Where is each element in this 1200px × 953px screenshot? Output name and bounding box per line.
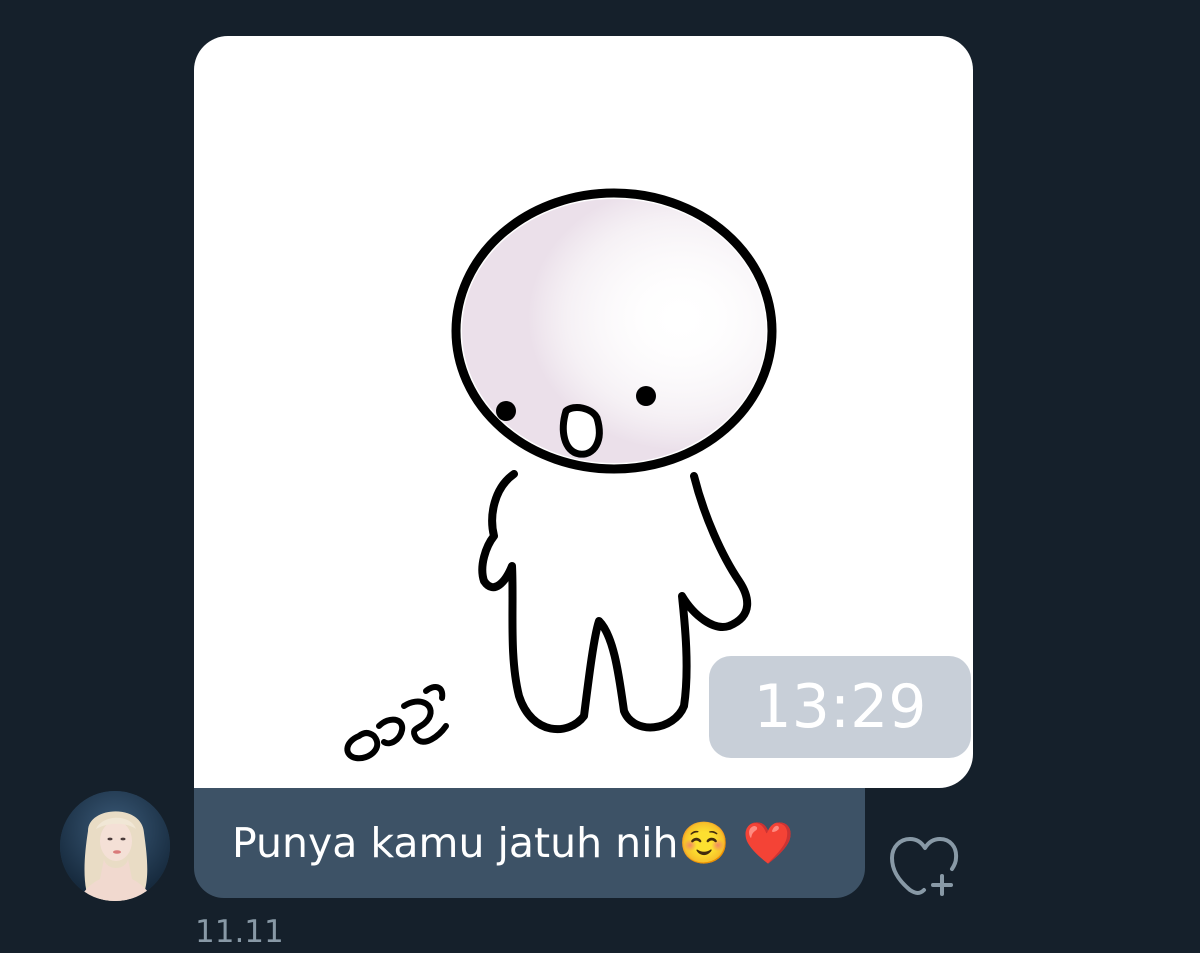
sender-avatar[interactable] <box>60 791 170 901</box>
message-timestamp: 11.11 <box>195 914 284 950</box>
avatar-image <box>60 791 170 901</box>
message-text: Punya kamu jatuh nih☺️ ❤️ <box>232 818 794 867</box>
message-bubble[interactable]: Punya kamu jatuh nih☺️ ❤️ <box>194 788 865 898</box>
heart-plus-icon[interactable] <box>888 832 964 896</box>
sticker-timestamp: 13:29 <box>709 656 971 758</box>
sticker-message[interactable]: 13:29 <box>194 36 973 788</box>
